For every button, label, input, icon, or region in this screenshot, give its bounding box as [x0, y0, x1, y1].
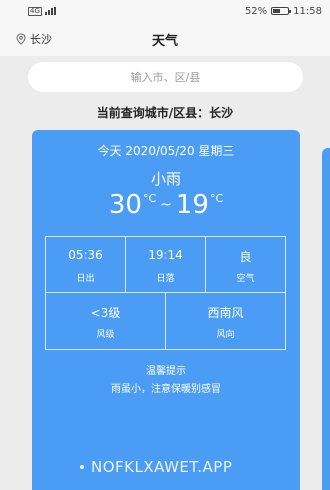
temp-high-unit: °C: [142, 192, 157, 205]
battery-icon: [271, 7, 292, 15]
clock: 11:58: [293, 5, 322, 17]
wind-level-label: 风级: [96, 330, 115, 340]
sunrise-cell: 05:36 日出: [46, 237, 125, 292]
temp-separator: ~: [160, 197, 172, 213]
sunrise-label: 日出: [76, 274, 95, 284]
weather-condition: 小雨: [150, 170, 181, 188]
battery-percent: 52%: [244, 5, 268, 17]
temp-low: 19: [175, 190, 209, 220]
details-row: <3级 风级 西南风 风向: [46, 293, 285, 349]
temp-low-unit: °C: [209, 192, 224, 205]
search-input[interactable]: [28, 62, 303, 92]
sunrise-value: 05:36: [68, 248, 103, 262]
watermark-text: NOFKLXAWET.APP: [91, 458, 233, 476]
sunset-cell: 19:14 日落: [125, 237, 205, 292]
wind-level-cell: <3级 风级: [46, 293, 165, 349]
details-row: 05:36 日出 19:14 日落 良 空气: [46, 237, 285, 293]
date-line: 今天 2020/05/20 星期三: [97, 144, 235, 158]
temperature-range: 30°C ~19°C: [32, 190, 300, 220]
wind-direction-cell: 西南风 风向: [165, 293, 285, 349]
air-quality-label: 空气: [236, 274, 255, 284]
weather-card: 今天 2020/05/20 星期三 小雨 30°C ~19°C 05:36 日出 …: [32, 130, 300, 490]
tip-title: 温馨提示: [146, 366, 186, 377]
signal-icon: [44, 7, 56, 15]
status-left: 4G: [28, 6, 56, 16]
status-bar: 4G 52% 11:58: [0, 0, 330, 22]
watermark-dot: [80, 465, 84, 469]
status-right: 52% 11:58: [245, 6, 322, 17]
air-quality-value: 良: [239, 250, 252, 264]
sunset-label: 日落: [156, 274, 175, 284]
wind-direction-value: 西南风: [207, 306, 244, 320]
wind-direction-label: 风向: [216, 330, 235, 340]
app-header: 长沙 天气: [0, 22, 330, 56]
wind-level-value: <3级: [90, 306, 121, 320]
air-quality-cell: 良 空气: [205, 237, 285, 292]
sunset-value: 19:14: [148, 248, 183, 262]
network-badge: 4G: [28, 6, 42, 16]
watermark: NOFKLXAWET.APP: [80, 458, 232, 476]
page-title: 天气: [151, 34, 178, 49]
temp-high: 30: [108, 190, 142, 220]
query-city-line: 当前查询城市/区县：长沙: [96, 106, 234, 120]
next-day-card[interactable]: [322, 148, 330, 490]
battery-level-fill: [273, 9, 281, 13]
tip-text: 雨虽小，注意保暖别感冒: [111, 384, 221, 395]
weather-details-grid: 05:36 日出 19:14 日落 良 空气 <3级 风级 西南风 风向: [45, 236, 286, 350]
